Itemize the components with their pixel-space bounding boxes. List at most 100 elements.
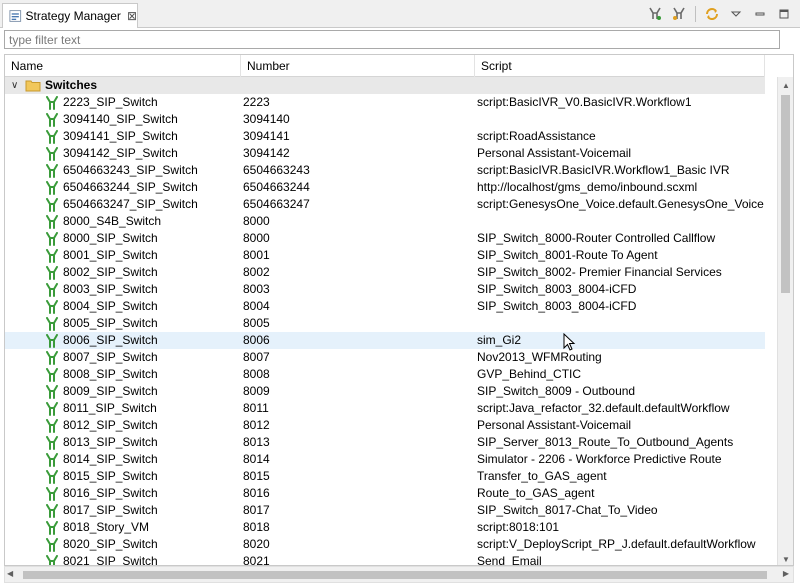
switch-script-cell: SIP_Switch_8017-Chat_To_Video xyxy=(477,503,658,517)
switch-number-cell: 8009 xyxy=(243,384,270,398)
mouse-pointer-icon xyxy=(563,333,576,351)
switch-script-cell: SIP_Switch_8003_8004-iCFD xyxy=(477,282,637,296)
switch-name: 3094142_SIP_Switch xyxy=(63,146,178,160)
scroll-down-arrow-icon[interactable]: ▼ xyxy=(778,551,793,565)
table-row[interactable]: 6504663247_SIP_Switch 6504663247 script:Ge… xyxy=(5,196,765,213)
switch-number-cell: 6504663243 xyxy=(243,163,310,177)
table-row[interactable]: 8007_SIP_Switch 8007 Nov2013_WFMRouting xyxy=(5,349,765,366)
switch-icon xyxy=(46,452,58,467)
switch-name-cell: 8008_SIP_Switch xyxy=(5,366,241,383)
vertical-scrollbar[interactable]: ▲ ▼ xyxy=(777,77,793,565)
table-row[interactable]: 8004_SIP_Switch 8004 SIP_Switch_8003_8004-… xyxy=(5,298,765,315)
switch-icon xyxy=(46,163,58,178)
switch-number-cell: 8013 xyxy=(243,435,270,449)
switch-name: 8020_SIP_Switch xyxy=(63,537,158,551)
table-row[interactable]: 6504663243_SIP_Switch 6504663243 script:Ba… xyxy=(5,162,765,179)
switch-name-cell: 3094140_SIP_Switch xyxy=(5,111,241,128)
switch-icon xyxy=(46,214,58,229)
horizontal-scroll-thumb[interactable] xyxy=(23,571,767,579)
table-row[interactable]: 8001_SIP_Switch 8001 SIP_Switch_8001-Route… xyxy=(5,247,765,264)
switch-number-cell: 8004 xyxy=(243,299,270,313)
switch-icon xyxy=(46,367,58,382)
table-row[interactable]: 8008_SIP_Switch 8008 GVP_Behind_CTIC xyxy=(5,366,765,383)
folder-icon xyxy=(25,80,41,92)
table-row[interactable]: 8003_SIP_Switch 8003 SIP_Switch_8003_8004-… xyxy=(5,281,765,298)
switch-script-cell: Personal Assistant-Voicemail xyxy=(477,146,632,160)
switch-number-cell: 8012 xyxy=(243,418,270,432)
switch-name: 8001_SIP_Switch xyxy=(63,248,158,262)
table-row[interactable]: 2223_SIP_Switch 2223 script:BasicIVR_V0.Ba… xyxy=(5,94,765,111)
switch-refresh-filter-button[interactable] xyxy=(669,4,689,24)
switch-script-cell: Simulator - 2206 - Workforce Predictive … xyxy=(477,452,722,466)
table-row[interactable]: 8011_SIP_Switch 8011 script:Java_refactor_… xyxy=(5,400,765,417)
switch-icon xyxy=(46,146,58,161)
switch-number-cell: 8001 xyxy=(243,248,270,262)
table-row[interactable]: 8012_SIP_Switch 8012 Personal Assistant-Vo… xyxy=(5,417,765,434)
table-row[interactable]: 8020_SIP_Switch 8020 script:V_DeployScript… xyxy=(5,536,765,553)
scroll-up-arrow-icon[interactable]: ▲ xyxy=(778,77,793,93)
table-row[interactable]: 8015_SIP_Switch 8015 Transfer_to_GAS_agent xyxy=(5,468,765,485)
column-header-number[interactable]: Number xyxy=(241,55,475,77)
switch-icon xyxy=(46,554,58,565)
switch-script-cell: Send_Email xyxy=(477,554,542,566)
switch-name: 8009_SIP_Switch xyxy=(63,384,158,398)
switch-name: 6504663244_SIP_Switch xyxy=(63,180,198,194)
switch-name: 8003_SIP_Switch xyxy=(63,282,158,296)
switch-icon xyxy=(46,197,58,212)
table-row[interactable]: 3094142_SIP_Switch 3094142 Personal Assist… xyxy=(5,145,765,162)
switch-name: 8021_SIP_Switch xyxy=(63,554,158,566)
table-row[interactable]: 8017_SIP_Switch 8017 SIP_Switch_8017-Chat_… xyxy=(5,502,765,519)
table-row[interactable]: 8002_SIP_Switch 8002 SIP_Switch_8002- Prem… xyxy=(5,264,765,281)
table-row[interactable]: 8021_SIP_Switch 8021 Send_Email xyxy=(5,553,765,566)
scroll-left-arrow-icon[interactable]: ◀ xyxy=(7,569,13,578)
table-row[interactable]: 6504663244_SIP_Switch 6504663244 http://lo… xyxy=(5,179,765,196)
switch-number-cell: 2223 xyxy=(243,95,270,109)
table-row[interactable]: 3094140_SIP_Switch 3094140 xyxy=(5,111,765,128)
horizontal-scrollbar[interactable]: ◀ ▶ xyxy=(4,566,794,583)
table-row[interactable]: 8016_SIP_Switch 8016 Route_to_GAS_agent xyxy=(5,485,765,502)
tab-strategy-manager[interactable]: Strategy Manager ⊠ xyxy=(2,3,138,28)
table-row[interactable]: 8000_S4B_Switch 8000 xyxy=(5,213,765,230)
switch-number-cell: 8015 xyxy=(243,469,270,483)
column-header-script[interactable]: Script xyxy=(475,55,765,77)
switch-script-cell: script:BasicIVR_V0.BasicIVR.Workflow1 xyxy=(477,95,692,109)
column-header-name[interactable]: Name xyxy=(5,55,241,77)
table-row[interactable]: 8006_SIP_Switch 8006 sim_Gi2 xyxy=(5,332,765,349)
switch-name: 8011_SIP_Switch xyxy=(63,401,157,415)
table-row[interactable]: 8000_SIP_Switch 8000 SIP_Switch_8000-Route… xyxy=(5,230,765,247)
switch-name-cell: 8017_SIP_Switch xyxy=(5,502,241,519)
filter-field xyxy=(4,30,780,49)
chevron-down-icon[interactable]: ∨ xyxy=(11,77,23,94)
switch-name-cell: 8003_SIP_Switch xyxy=(5,281,241,298)
switch-number-cell: 8007 xyxy=(243,350,270,364)
table-row[interactable]: 8013_SIP_Switch 8013 SIP_Server_8013_Route… xyxy=(5,434,765,451)
refresh-button[interactable] xyxy=(702,4,722,24)
table-row[interactable]: 3094141_SIP_Switch 3094141 script:RoadAssi… xyxy=(5,128,765,145)
minimize-icon xyxy=(755,12,765,16)
table-row[interactable]: 8018_Story_VM 8018 script:8018:101 xyxy=(5,519,765,536)
switch-script-cell: Personal Assistant-Voicemail xyxy=(477,418,632,432)
group-name-cell: ∨ Switches xyxy=(5,77,241,94)
group-row-switches[interactable]: ∨ Switches xyxy=(5,77,765,94)
switch-number-cell: 8002 xyxy=(243,265,270,279)
table-row[interactable]: 8014_SIP_Switch 8014 Simulator - 2206 - Wo… xyxy=(5,451,765,468)
vertical-scroll-thumb[interactable] xyxy=(781,95,790,293)
switch-name-cell: 8004_SIP_Switch xyxy=(5,298,241,315)
table-row[interactable]: 8005_SIP_Switch 8005 xyxy=(5,315,765,332)
switch-number-cell: 8003 xyxy=(243,282,270,296)
switch-filter-button[interactable] xyxy=(645,4,665,24)
switch-script-cell: sim_Gi2 xyxy=(477,333,522,347)
switch-name-cell: 6504663247_SIP_Switch xyxy=(5,196,241,213)
table-row[interactable]: 8009_SIP_Switch 8009 SIP_Switch_8009 - Out… xyxy=(5,383,765,400)
switch-name-cell: 8007_SIP_Switch xyxy=(5,349,241,366)
view-menu-button[interactable] xyxy=(726,4,746,24)
switch-name-cell: 8018_Story_VM xyxy=(5,519,241,536)
table-header: Name Number Script xyxy=(5,55,765,77)
minimize-button[interactable] xyxy=(750,4,770,24)
switch-icon xyxy=(46,418,58,433)
close-icon[interactable]: ⊠ xyxy=(127,9,137,23)
filter-input[interactable] xyxy=(5,31,779,48)
maximize-button[interactable] xyxy=(774,4,794,24)
switch-number-cell: 8006 xyxy=(243,333,270,347)
scroll-right-arrow-icon[interactable]: ▶ xyxy=(783,569,789,578)
